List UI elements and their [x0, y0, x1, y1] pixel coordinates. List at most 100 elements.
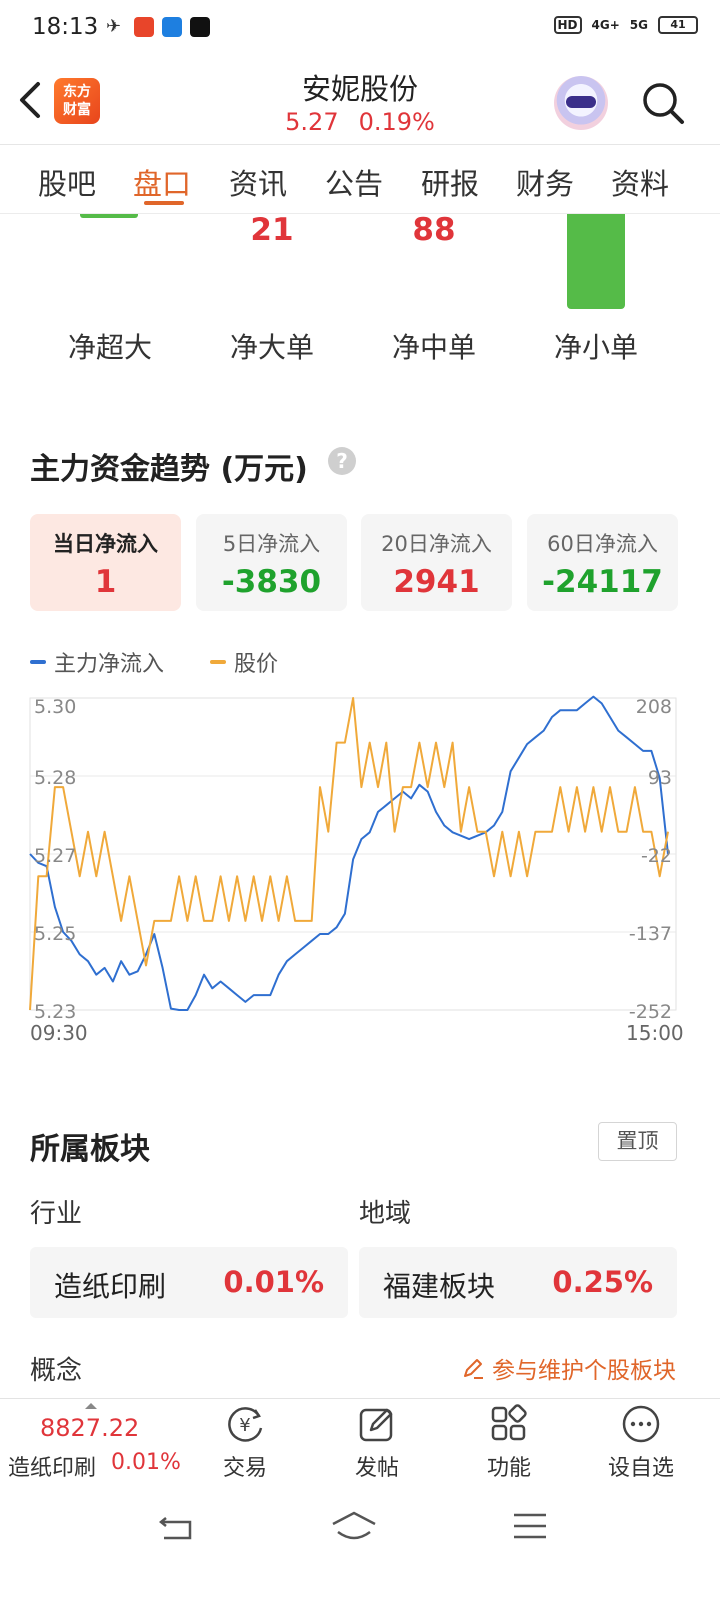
tab-guba[interactable]: 股吧	[38, 161, 96, 203]
card-label: 5日净流入	[222, 532, 321, 556]
region-label: 地域	[359, 1199, 412, 1229]
fund-trend-chart[interactable]: 5.30 208 5.28 93 5.27 -22 5.25 -137 5.23 -252	[0, 690, 720, 1020]
function-button[interactable]: 功能	[464, 1402, 554, 1482]
bar-net-super-large	[80, 214, 138, 218]
card-60day-inflow[interactable]: 60日净流入 -24117	[527, 514, 678, 611]
region-sector-card[interactable]: 福建板块 0.25%	[359, 1247, 677, 1318]
stock-name: 安妮股份	[301, 72, 418, 106]
y-left-tick: 5.28	[34, 767, 76, 789]
assistant-robot-icon[interactable]	[554, 76, 608, 130]
card-value: 1	[94, 564, 117, 600]
tab-finance[interactable]: 财务	[516, 161, 574, 203]
nav-menu-icon[interactable]	[512, 1510, 548, 1542]
caret-up-icon	[85, 1403, 97, 1409]
maintain-sectors-link[interactable]: 参与维护个股板块	[462, 1351, 676, 1385]
value-net-large: 21	[250, 212, 294, 248]
yuan-refresh-icon: ¥	[228, 1407, 263, 1442]
concept-label: 概念	[30, 1356, 83, 1386]
status-time: 18:13	[32, 14, 99, 40]
time-start-label: 09:30	[30, 1021, 88, 1045]
card-value: -24117	[542, 564, 663, 600]
post-button[interactable]: 发帖	[332, 1402, 422, 1482]
app-notification-icon-2	[162, 17, 182, 37]
y-right-tick: 93	[648, 767, 672, 789]
card-today-inflow[interactable]: 当日净流入 1	[30, 514, 181, 611]
system-nav-bar	[0, 1486, 720, 1600]
sector-name: 造纸印刷	[54, 1270, 167, 1303]
post-label: 发帖	[354, 1456, 399, 1481]
y-left-tick: 5.27	[34, 845, 76, 867]
index-pct: 0.01%	[111, 1450, 181, 1475]
search-icon	[643, 83, 684, 124]
stock-quote: 5.27 0.19%	[0, 108, 720, 136]
y-right-tick: 208	[636, 696, 672, 718]
signal-4g-icon: 4G+	[591, 18, 620, 32]
stock-price: 5.27	[285, 108, 339, 136]
industry-label: 行业	[30, 1199, 83, 1229]
trade-button[interactable]: ¥ 交易	[200, 1402, 290, 1482]
add-watchlist-button[interactable]: 设自选	[596, 1402, 686, 1482]
card-value: 2941	[393, 564, 480, 600]
app-notification-icon	[134, 17, 154, 37]
card-20day-inflow[interactable]: 20日净流入 2941	[361, 514, 512, 611]
y-right-tick: -22	[641, 845, 672, 867]
trade-label: 交易	[222, 1456, 267, 1481]
tab-announcements[interactable]: 公告	[325, 161, 383, 203]
legend-swatch-blue	[30, 660, 46, 664]
hd-indicator: HD	[553, 16, 582, 34]
tab-news[interactable]: 资讯	[229, 161, 287, 203]
y-left-tick: 5.30	[34, 696, 76, 718]
card-label: 当日净流入	[53, 532, 158, 556]
index-value[interactable]: 8827.22	[40, 1414, 139, 1442]
sector-pct: 0.01%	[223, 1265, 324, 1299]
label-net-large: 净大单	[229, 331, 314, 364]
status-right: HD 4G+ 5G 41	[553, 16, 698, 34]
nav-back-icon[interactable]	[158, 1512, 194, 1542]
maintain-label: 参与维护个股板块	[492, 1358, 676, 1384]
card-5day-inflow[interactable]: 5日净流入 -3830	[196, 514, 347, 611]
sector-name: 福建板块	[383, 1270, 496, 1303]
bar-net-small	[567, 214, 625, 309]
value-net-medium: 88	[412, 212, 456, 248]
notification-icons: ✈	[106, 17, 210, 37]
pin-to-top-button[interactable]: 置顶	[598, 1122, 677, 1161]
tab-research[interactable]: 研报	[421, 161, 479, 203]
time-end-label: 15:00	[626, 1021, 684, 1045]
y-left-tick: 5.25	[34, 923, 76, 945]
grid-icon	[491, 1404, 527, 1441]
svg-text:¥: ¥	[239, 1415, 250, 1436]
trend-section-title: 主力资金趋势 (万元)	[30, 452, 308, 487]
index-name[interactable]: 造纸印刷	[8, 1450, 96, 1482]
function-label: 功能	[486, 1456, 531, 1481]
legend-main-inflow: 主力净流入	[30, 646, 164, 678]
pencil-icon	[464, 1359, 483, 1379]
series-line-right	[29, 695, 669, 1011]
industry-sector-card[interactable]: 造纸印刷 0.01%	[30, 1247, 348, 1318]
active-tab-indicator	[144, 201, 184, 205]
card-label: 20日净流入	[381, 532, 492, 556]
sectors-title: 所属板块	[30, 1132, 150, 1167]
battery-icon: 41	[658, 16, 698, 34]
legend-swatch-orange	[210, 660, 226, 664]
y-right-tick: -252	[629, 1001, 672, 1020]
more-icon	[622, 1405, 660, 1443]
tab-pankou[interactable]: 盘口	[133, 161, 191, 203]
sector-pct: 0.25%	[552, 1265, 653, 1299]
y-right-tick: -137	[629, 923, 672, 945]
nav-home-icon[interactable]	[330, 1510, 378, 1542]
label-net-small: 净小单	[553, 331, 638, 364]
help-icon[interactable]: ?	[328, 447, 356, 475]
label-net-super-large: 净超大	[67, 331, 152, 364]
legend-label: 主力净流入	[54, 652, 165, 677]
stock-change: 0.19%	[358, 108, 435, 136]
y-left-tick: 5.23	[34, 1001, 76, 1020]
tab-profile[interactable]: 资料	[611, 161, 669, 203]
legend-label: 股价	[234, 652, 279, 677]
search-button[interactable]	[640, 80, 686, 126]
card-label: 60日净流入	[547, 532, 658, 556]
card-value: -3830	[221, 564, 322, 600]
tiktok-icon	[190, 17, 210, 37]
legend-price: 股价	[210, 646, 278, 678]
add-watchlist-label: 设自选	[607, 1456, 674, 1481]
label-net-medium: 净中单	[391, 331, 476, 364]
